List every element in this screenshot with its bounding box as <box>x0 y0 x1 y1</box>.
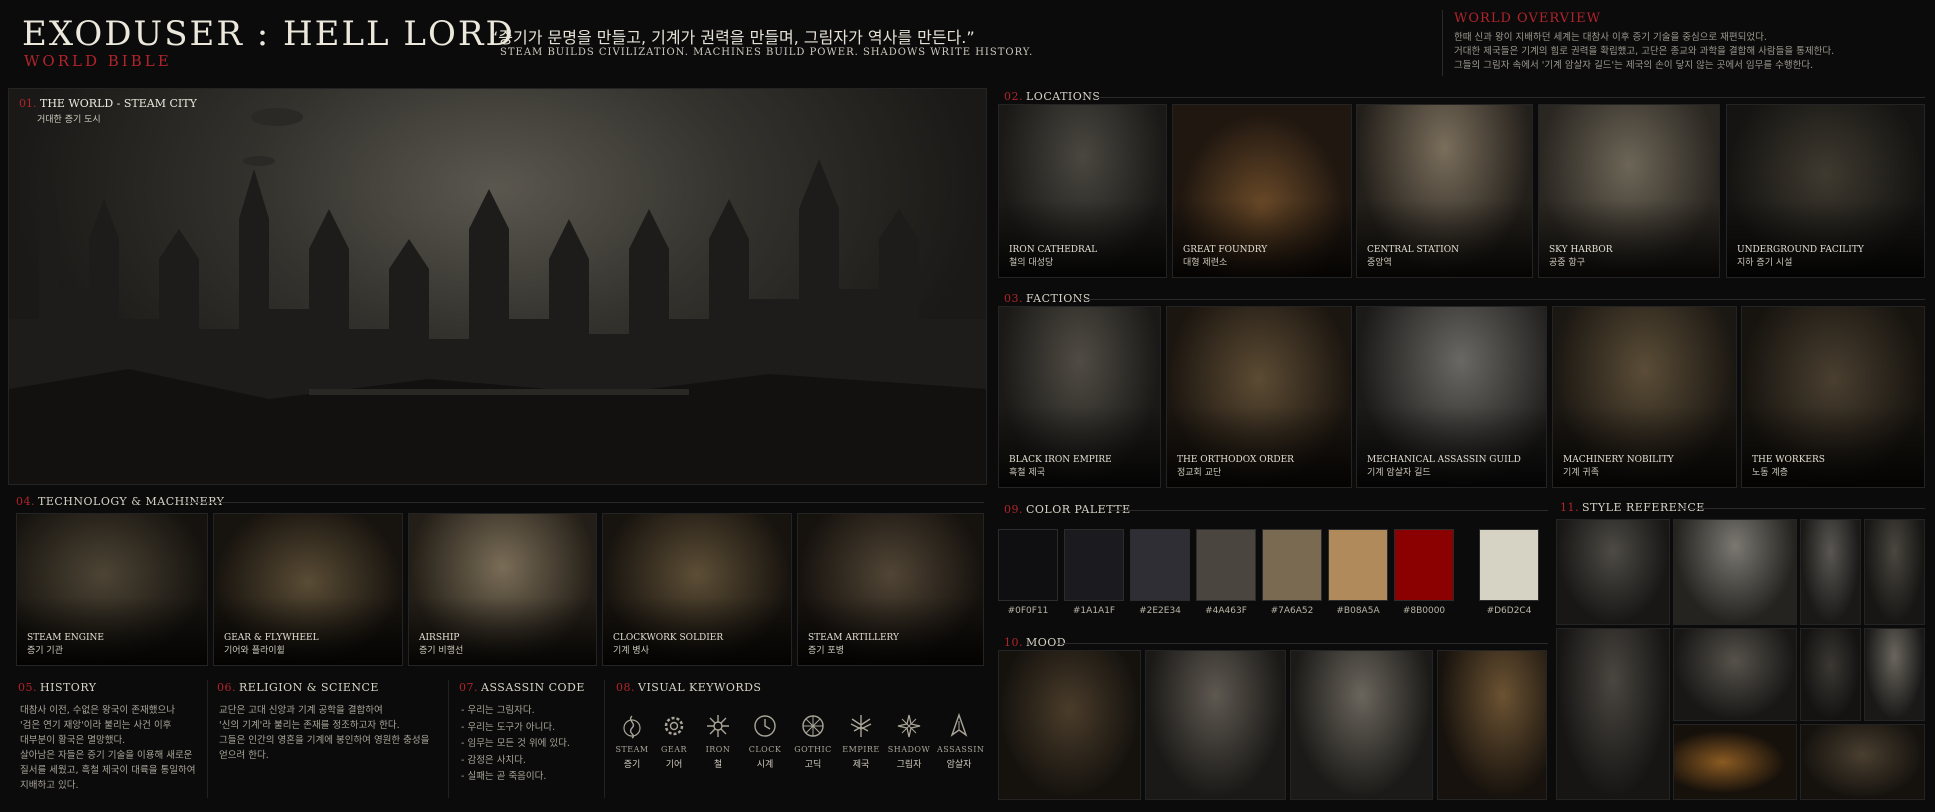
history-section-label: 05. HISTORY <box>18 681 97 694</box>
keywords-section-label: 08. VISUAL KEYWORDS <box>616 681 762 694</box>
column-divider <box>448 680 449 798</box>
color-hex-label: #7A6A52 <box>1270 606 1314 616</box>
tech-card[interactable]: CLOCKWORK SOLDIER 기계 병사 <box>602 513 792 666</box>
keyword-assassin: ASSASSIN 암살자 <box>937 713 984 770</box>
keyword-iron: IRON 철 <box>696 713 740 770</box>
gothic-icon <box>802 715 824 737</box>
style-reference-image <box>1556 628 1670 800</box>
tech-card[interactable]: AIRSHIP 증기 비행선 <box>408 513 597 666</box>
location-card[interactable]: CENTRAL STATION 중앙역 <box>1356 104 1533 278</box>
color-swatch <box>1130 529 1190 601</box>
tagline-english: STEAM BUILDS CIVILIZATION. MACHINES BUIL… <box>500 47 1034 58</box>
style-reference-image <box>1864 628 1925 721</box>
keyword-gothic: GOTHIC 고딕 <box>791 713 835 770</box>
code-section-label: 07. ASSASSIN CODE <box>459 681 585 694</box>
clock-icon <box>754 715 776 737</box>
keyword-steam: STEAM 증기 <box>610 713 654 770</box>
mood-image <box>1437 650 1547 800</box>
tech-card[interactable]: STEAM ARTILLERY 증기 포병 <box>797 513 984 666</box>
style-reference-image <box>1800 519 1861 625</box>
column-divider <box>207 680 208 798</box>
color-swatch <box>1479 529 1539 601</box>
color-hex-label: #1A1A1F <box>1072 606 1116 616</box>
color-hex-label: #2E2E34 <box>1139 606 1181 616</box>
overview-line: 그들의 그림자 속에서 '기계 암살자 길드'는 제국의 손이 닿지 않는 곳에… <box>1454 60 1814 71</box>
style-reference-image <box>1800 628 1861 721</box>
faction-card[interactable]: MECHANICAL ASSASSIN GUILD 기계 암살자 길드 <box>1356 306 1547 488</box>
style-reference-image <box>1800 724 1925 800</box>
style-reference-image <box>1673 519 1797 625</box>
history-text: 대참사 이전, 수없은 왕국이 존재했으나 '검은 연기 재앙'이라 불리는 사건… <box>20 705 196 791</box>
code-text: - 우리는 그림자다. - 우리는 도구가 아니다. - 임무는 모든 것 위에 있… <box>461 705 570 782</box>
iron-icon <box>707 715 729 737</box>
color-swatch <box>1394 529 1454 601</box>
section-divider <box>1056 643 1548 644</box>
section-divider <box>184 502 984 503</box>
section-divider <box>1080 299 1925 300</box>
color-hex-label: #4A463F <box>1205 606 1247 616</box>
overview-line: 한때 신과 왕이 지배하던 세계는 대참사 이후 증기 기술을 중심으로 재편되… <box>1454 32 1767 43</box>
color-hex-label: #8B0000 <box>1402 606 1446 616</box>
world-section-label: 01. THE WORLD - STEAM CITY <box>19 97 197 110</box>
section-divider <box>1110 510 1548 511</box>
mood-image <box>1290 650 1433 800</box>
color-swatch <box>1328 529 1388 601</box>
style-reference-image <box>1556 519 1670 625</box>
keyword-shadow: SHADOW 그림자 <box>887 713 931 770</box>
location-card[interactable]: UNDERGROUND FACILITY 지하 증기 시설 <box>1726 104 1925 278</box>
overview-divider <box>1442 10 1443 76</box>
section-divider <box>1095 97 1925 98</box>
keyword-clock: CLOCK 시계 <box>743 713 787 770</box>
overview-text: 한때 신과 왕이 지배하던 세계는 대참사 이후 증기 기술을 중심으로 재편되… <box>1454 31 1834 73</box>
color-hex-label: #D6D2C4 <box>1486 606 1532 616</box>
steam-icon <box>623 715 641 739</box>
factions-section-label: 03. FACTIONS <box>1004 292 1091 305</box>
religion-text: 교단은 고대 신앙과 기계 공학을 결합하여 '신의 기계'라 불리는 존재를 정… <box>219 705 430 761</box>
city-skyline-illustration <box>9 108 986 484</box>
color-swatch <box>1196 529 1256 601</box>
style-reference-image <box>1864 519 1925 625</box>
world-section-sublabel: 거대한 증기 도시 <box>37 115 101 125</box>
overview-title-first: W <box>1454 11 1469 26</box>
empire-icon <box>850 715 872 737</box>
shadow-icon <box>897 714 921 738</box>
keyword-empire: EMPIRE 제국 <box>839 713 883 770</box>
mood-image <box>1145 650 1286 800</box>
assassin-icon <box>950 713 968 737</box>
overview-line: 거대한 제국들은 기계의 힘로 권력을 확립했고, 고단은 종교와 과학을 결합… <box>1454 46 1835 57</box>
page-title: EXODUSER : HELL LORD <box>22 14 515 54</box>
faction-card[interactable]: BLACK IRON EMPIRE 흑철 제국 <box>998 306 1161 488</box>
overview-title-rest: ORLD OVERVIEW <box>1468 11 1602 26</box>
page-subtitle: WORLD BIBLE <box>24 52 172 70</box>
mood-image <box>998 650 1141 800</box>
locations-section-label: 02. LOCATIONS <box>1004 90 1101 103</box>
style-reference-image <box>1673 724 1797 800</box>
color-hex-label: #0F0F11 <box>1007 606 1049 616</box>
location-card[interactable]: SKY HARBOR 공중 항구 <box>1538 104 1720 278</box>
faction-card[interactable]: THE WORKERS 노동 계층 <box>1741 306 1925 488</box>
faction-card[interactable]: THE ORTHODOX ORDER 정교회 교단 <box>1166 306 1352 488</box>
religion-section-label: 06. RELIGION & SCIENCE <box>217 681 379 694</box>
keyword-gear: GEAR 기어 <box>652 713 696 770</box>
section-divider <box>1678 508 1925 509</box>
tagline-korean: “증기가 문명을 만들고, 기계가 권력을 만들며, 그림자가 역사를 만든다.… <box>490 28 975 47</box>
overview-title: WORLD OVERVIEW <box>1454 11 1601 26</box>
location-card[interactable]: GREAT FOUNDRY 대형 제련소 <box>1172 104 1352 278</box>
column-divider <box>604 680 605 798</box>
gear-icon <box>664 716 684 736</box>
color-swatch <box>998 529 1058 601</box>
color-swatch <box>1064 529 1124 601</box>
color-hex-label: #B08A5A <box>1336 606 1380 616</box>
location-card[interactable]: IRON CATHEDRAL 철의 대성당 <box>998 104 1167 278</box>
faction-card[interactable]: MACHINERY NOBILITY 기계 귀족 <box>1552 306 1737 488</box>
color-swatch <box>1262 529 1322 601</box>
tech-card[interactable]: GEAR & FLYWHEEL 기어와 플라이휠 <box>213 513 403 666</box>
world-hero-image: 01. THE WORLD - STEAM CITY 거대한 증기 도시 <box>8 88 987 485</box>
tech-card[interactable]: STEAM ENGINE 증기 기관 <box>16 513 208 666</box>
style-reference-image <box>1673 628 1797 721</box>
